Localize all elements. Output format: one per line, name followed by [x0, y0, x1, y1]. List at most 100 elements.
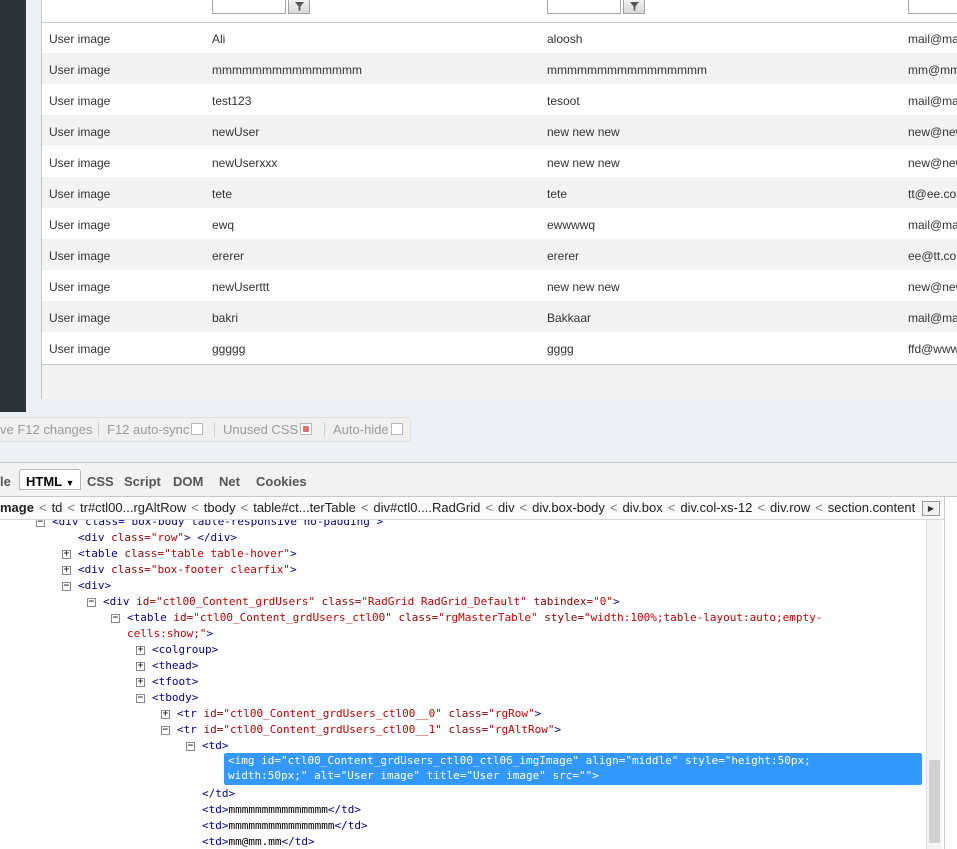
scrollbar-thumb[interactable]	[929, 760, 940, 843]
tree-node[interactable]: + <tfoot>	[136, 674, 198, 690]
breadcrumb-item[interactable]: div.box-body	[532, 500, 605, 515]
breadcrumb-item[interactable]: div.row	[770, 500, 810, 515]
collapse-toggle[interactable]: −	[186, 742, 195, 751]
tree-node[interactable]: − <div class="box-body table-responsive …	[36, 520, 383, 530]
breadcrumb-item[interactable]: tbody	[204, 500, 236, 515]
tree-node[interactable]: − <td>	[186, 738, 229, 754]
tab-net[interactable]: Net	[219, 474, 240, 489]
sidebar-strip	[0, 0, 26, 412]
breadcrumb-item[interactable]: td	[52, 500, 63, 515]
tree-node[interactable]: <td>mm@mm.mm</td>	[202, 834, 315, 849]
attr-value: "0"	[593, 595, 613, 608]
collapse-toggle[interactable]: −	[136, 694, 145, 703]
table-row[interactable]: User image bakri Bakkaar mail@mail.com	[42, 301, 957, 332]
attr-name: class=	[441, 707, 489, 720]
tab-html[interactable]: HTML ▼	[19, 469, 82, 490]
unused-css-label: Unused CSS	[223, 422, 299, 437]
tree-node[interactable]: <td>mmmmmmmmmmmmmmm</td>	[202, 802, 361, 818]
save-f12-changes-button[interactable]: ve F12 changes	[0, 422, 93, 437]
divider	[324, 422, 325, 437]
table-row[interactable]: User image Ali aloosh mail@mail.com	[42, 22, 957, 53]
expand-toggle[interactable]: +	[136, 678, 145, 687]
auto-hide-checkbox[interactable]	[390, 423, 403, 435]
user-image-cell: User image	[49, 342, 111, 356]
tag-text: <tr	[177, 723, 197, 736]
unused-css-toggle[interactable]: Unused CSS	[223, 422, 313, 437]
tab-script[interactable]: Script	[124, 474, 161, 489]
f12-auto-sync-checkbox[interactable]	[191, 423, 204, 435]
firebug-panel: le HTML ▼ CSS Script DOM Net Cookies mag…	[0, 462, 957, 849]
f12-auto-sync-toggle[interactable]: F12 auto-sync	[107, 422, 204, 437]
attr-name: class=	[117, 547, 165, 560]
tag-text: <div	[78, 563, 105, 576]
tree-node[interactable]: </td>	[202, 786, 235, 802]
tree-node-text: <div class="box-body table-responsive no…	[52, 520, 384, 528]
table-row[interactable]: User image ggggg gggg ffd@www.com	[42, 332, 957, 363]
unused-css-checkbox[interactable]	[300, 423, 313, 435]
table-row[interactable]: User image mmmmmmmmmmmmmmm mmmmmmmmmmmmm…	[42, 53, 957, 84]
table-row[interactable]: User image test123 tesoot mail@mail.com	[42, 84, 957, 115]
tree-node[interactable]: − <tbody>	[136, 690, 198, 706]
tree-node[interactable]: − <div id="ctl00_Content_grdUsers" class…	[87, 594, 620, 610]
attr-value: "ctl00_Content_grdUsers_ctl00__1"	[223, 723, 442, 736]
tag-text: >	[613, 595, 620, 608]
filter-button-username[interactable]	[288, 0, 310, 14]
filter-input-name[interactable]	[547, 0, 621, 14]
tree-node[interactable]: + <tr id="ctl00_Content_grdUsers_ctl00__…	[161, 706, 541, 722]
table-row[interactable]: User image tete tete tt@ee.com	[42, 177, 957, 208]
attr-name: id=	[129, 595, 156, 608]
breadcrumb-separator: <	[360, 500, 369, 515]
collapse-toggle[interactable]: −	[62, 582, 71, 591]
breadcrumb-scroll-right-button[interactable]: ▶	[922, 501, 940, 516]
table-row[interactable]: User image ewq ewwwwq mail@mail.com	[42, 208, 957, 239]
expand-toggle[interactable]: +	[62, 550, 71, 559]
tree-node[interactable]: + <div class="box-footer clearfix">	[62, 562, 297, 578]
tree-node[interactable]: + <colgroup>	[136, 642, 218, 658]
auto-hide-toggle[interactable]: Auto-hide	[333, 422, 403, 437]
expand-toggle[interactable]: +	[136, 662, 145, 671]
table-row[interactable]: User image newUserxxx new new new new@ne…	[42, 146, 957, 177]
filter-input-username[interactable]	[212, 0, 286, 14]
tab-console[interactable]: le	[0, 474, 11, 489]
table-row[interactable]: User image newUser new new new new@new.c…	[42, 115, 957, 146]
tree-node[interactable]: + <table class="table table-hover">	[62, 546, 297, 562]
tree-node[interactable]: <td>mmmmmmmmmmmmmmmm</td>	[202, 818, 368, 834]
collapse-toggle[interactable]: −	[111, 614, 120, 623]
breadcrumb-item[interactable]: div.col-xs-12	[680, 500, 752, 515]
breadcrumb-item[interactable]: table#ct...terTable	[253, 500, 356, 515]
collapse-toggle[interactable]: −	[87, 598, 96, 607]
expand-toggle[interactable]: +	[161, 710, 170, 719]
tab-dom[interactable]: DOM	[173, 474, 203, 489]
name-cell: ewwwwq	[547, 218, 596, 232]
tree-node[interactable]: <div class="row"> </div>	[78, 530, 237, 546]
tag-text: >	[289, 547, 297, 560]
table-row[interactable]: User image newUserttt new new new new@ne…	[42, 270, 957, 301]
collapse-toggle[interactable]: −	[36, 520, 45, 527]
attr-name: tabindex=	[526, 595, 594, 608]
filter-button-name[interactable]	[623, 0, 645, 14]
breadcrumb-item[interactable]: div	[498, 500, 515, 515]
breadcrumb-item[interactable]: tr#ctl00...rgAltRow	[80, 500, 186, 515]
tab-css[interactable]: CSS	[87, 474, 114, 489]
selected-tree-node[interactable]: <img id="ctl00_Content_grdUsers_ctl00_ct…	[224, 753, 922, 785]
tab-cookies[interactable]: Cookies	[256, 474, 307, 489]
email-cell: mail@mail.com	[908, 94, 957, 108]
tree-node[interactable]: − <tr id="ctl00_Content_grdUsers_ctl00__…	[161, 722, 561, 738]
tree-node[interactable]: − <table id="ctl00_Content_grdUsers_ctl0…	[111, 610, 822, 626]
expand-toggle[interactable]: +	[62, 566, 71, 575]
vertical-scrollbar[interactable]	[926, 520, 942, 849]
tree-node[interactable]: + <thead>	[136, 658, 198, 674]
breadcrumb-item[interactable]: section.content	[828, 500, 915, 515]
collapse-toggle[interactable]: −	[161, 726, 170, 735]
username-cell: tete	[212, 187, 233, 201]
breadcrumb-item[interactable]: div.box	[623, 500, 663, 515]
breadcrumb-item[interactable]: mage	[0, 500, 34, 515]
expand-toggle[interactable]: +	[136, 646, 145, 655]
breadcrumb-item[interactable]: div#ctl0....RadGrid	[373, 500, 480, 515]
filter-input-email[interactable]	[908, 0, 957, 14]
chevron-down-icon[interactable]: ▼	[66, 478, 75, 488]
attr-value: "ctl00_Content_grdUsers_ctl00__0"	[223, 707, 442, 720]
breadcrumb-separator: <	[609, 500, 618, 515]
table-row[interactable]: User image ererer ererer ee@tt.com	[42, 239, 957, 270]
tree-node[interactable]: − <div>	[62, 578, 111, 594]
